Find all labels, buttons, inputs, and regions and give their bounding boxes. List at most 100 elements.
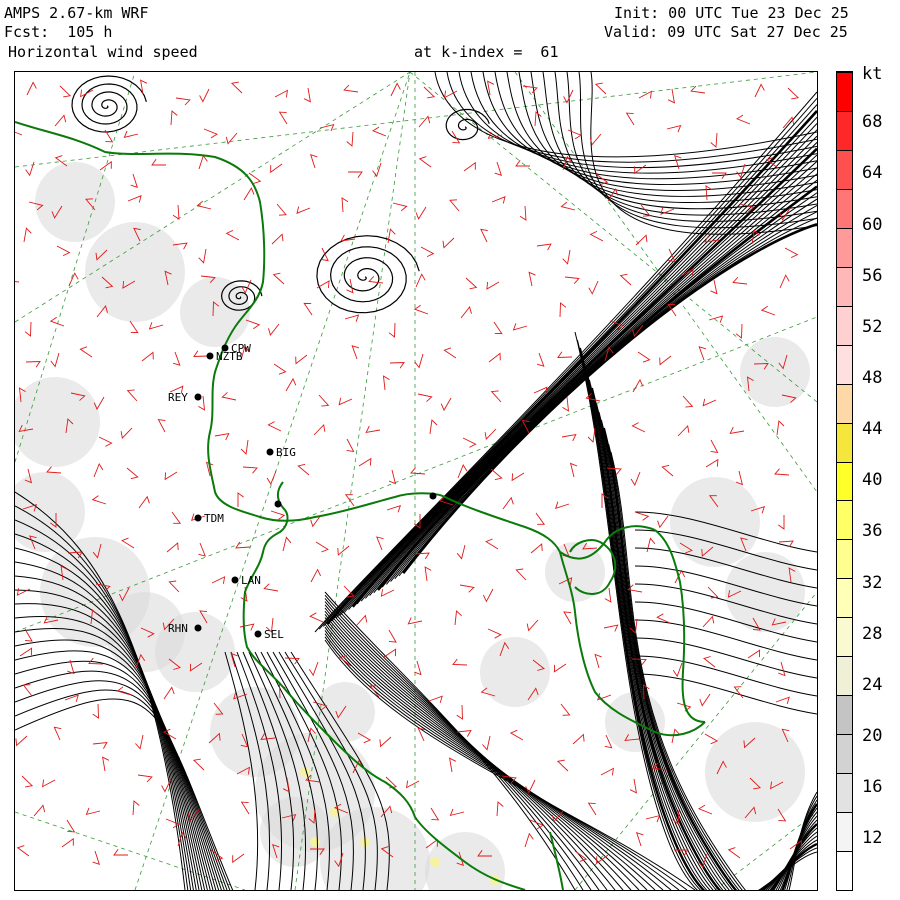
wind-barb [480,228,488,243]
wind-barb [429,419,438,435]
streamline [530,72,817,204]
wind-barb [560,703,571,716]
wind-barb [778,661,786,677]
wind-barb [59,85,72,98]
wind-barb [273,363,287,375]
terrain-patch [310,837,320,847]
colorbar-swatch [837,344,852,384]
wind-barb [338,397,353,406]
wind-barb [129,320,139,334]
wind-barb [358,457,372,467]
wind-barb [235,541,251,549]
terrain-patch [260,797,330,867]
colorbar-swatch [837,149,852,189]
wind-barb [564,276,580,285]
station-markers: CPWNZTBREYBIGTDMLANRHN SEL [168,342,437,641]
wind-barb [559,302,567,318]
wind-barbs [15,79,802,869]
wind-barb [199,88,210,103]
wind-barb [61,837,74,848]
wind-barb [15,281,20,283]
wind-barb [702,615,715,628]
station-dot [231,576,239,584]
wind-barb [157,419,166,433]
wind-barb [562,249,571,265]
colorbar-swatch [837,383,852,423]
wind-barb [388,322,396,338]
wind-barb [631,422,646,433]
wind-barb [747,649,761,659]
wind-barb [344,314,360,322]
station-dot [429,492,437,500]
wind-barb [392,202,408,212]
wind-barb [24,321,32,337]
wind-barb [509,729,524,741]
wind-barb [406,780,420,789]
station-tdm: TDM [194,512,224,525]
wind-barb [776,420,785,436]
wind-speed-colorbar [836,71,853,891]
wind-barb [138,495,150,509]
wind-barb [151,159,166,166]
terrain-patch [430,857,440,867]
wind-barb [594,82,607,95]
terrain-patch [725,552,805,632]
wind-barb [554,501,570,510]
terrain-patch [180,277,250,347]
wind-barb [168,580,180,593]
wind-barb [703,656,716,668]
wind-barb [272,272,285,285]
wind-barb [635,831,644,847]
wind-barb [309,612,324,623]
wind-barb [529,819,544,830]
wind-barb [15,126,23,136]
wind-barb [193,350,209,357]
wind-barb [382,375,390,391]
wind-barb [16,588,31,596]
wind-barb [487,628,502,639]
wind-barb [351,345,360,360]
colorbar-label: 52 [862,317,883,337]
wind-barb [418,156,432,168]
station-label: NZTB [216,350,243,363]
wind-map: CPW NZTB REY BIG TDM LAN RHN SEL [14,71,818,891]
wind-barb [25,361,41,368]
wind-barb [443,347,457,359]
wind-barb [557,351,573,358]
colorbar-label: 64 [862,163,883,183]
wind-barb [98,436,113,447]
wind-barb [170,110,178,126]
colorbar-label: 24 [862,675,883,695]
wind-barb [637,351,651,363]
wind-barb [282,536,292,552]
wind-barb [522,85,538,94]
wind-barb [198,248,207,264]
wind-barb [343,84,359,93]
wind-barb [23,227,32,243]
station-rey: REY [168,391,202,404]
wind-barb [488,352,501,363]
wind-barb [530,543,543,554]
station-nztb: NZTB [206,350,243,363]
wind-barb [80,89,94,98]
wind-barb [778,515,785,530]
colorbar-swatch [837,188,852,228]
streamline [634,673,817,715]
wind-barb [454,610,463,626]
colorbar-label: 40 [862,470,883,490]
wind-barb [594,653,602,669]
wind-barb [625,112,635,126]
wind-barb [415,273,426,288]
wind-barb [225,229,240,241]
wind-barb [16,845,30,857]
wind-barb [588,280,599,295]
wind-barb [417,393,433,402]
vertical-level: at k-index = 61 [414,43,559,61]
colorbar-swatch [837,812,852,852]
wind-barb [303,302,313,316]
wind-barb [198,154,208,170]
wind-barb [528,271,536,287]
terrain-patch [85,222,185,322]
wind-barb [496,801,504,817]
colorbar-swatch [837,227,852,267]
